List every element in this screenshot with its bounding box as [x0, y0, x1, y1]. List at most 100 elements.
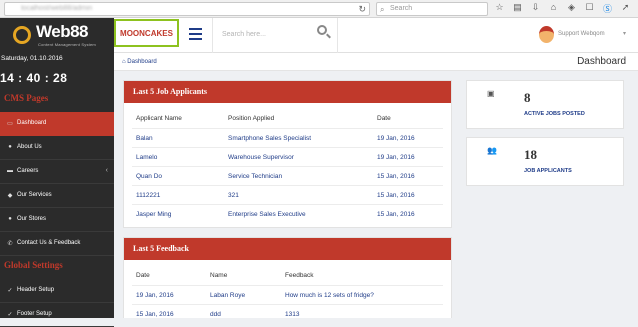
check-icon: ✓: [7, 312, 13, 318]
search-input[interactable]: Search here...: [212, 18, 338, 53]
sidebar-item-footer-setup[interactable]: ✓ Footer Setup: [0, 303, 114, 327]
logo-text: Web88: [36, 22, 89, 41]
breadcrumb[interactable]: ⌂ Dashboard: [122, 59, 157, 65]
star-icon[interactable]: ☆: [494, 2, 505, 15]
position-applied[interactable]: Smartphone Sales Specialist: [228, 135, 311, 142]
store-button[interactable]: MOONCAKES: [114, 19, 179, 47]
applicant-name[interactable]: 1112221: [136, 192, 160, 199]
table-row[interactable]: Lamelo Warehouse Supervisor 19 Jan, 2016: [132, 147, 443, 166]
table-row[interactable]: Quan Do Service Technician 15 Jan, 2016: [132, 166, 443, 185]
applied-date: 15 Jan, 2016: [377, 173, 415, 180]
applicant-name[interactable]: Lamelo: [136, 154, 157, 161]
logo-ring-icon: [13, 26, 31, 44]
applied-date: 15 Jan, 2016: [377, 192, 415, 199]
applicant-name[interactable]: Quan Do: [136, 173, 162, 180]
sidebar-item-label: Contact Us & Feedback: [17, 240, 81, 246]
column-header: Name: [210, 272, 228, 279]
position-applied[interactable]: 321: [228, 192, 239, 199]
phone-icon: ✆: [7, 241, 13, 247]
reload-icon[interactable]: ↻: [358, 4, 366, 15]
chevron-left-icon: ‹: [105, 167, 108, 174]
arrow-icon[interactable]: ➚: [620, 2, 631, 15]
user-icon: ●: [8, 144, 12, 150]
address-bar[interactable]: localhost/web88/admin ↻: [4, 2, 370, 16]
briefcase-icon: ▣: [487, 89, 495, 98]
app-header: Web88 Content Management System MOONCAKE…: [0, 18, 638, 53]
table-header-row: Applicant Name Position Applied Date: [132, 109, 443, 128]
applied-date: 19 Jan, 2016: [377, 154, 415, 161]
cms-pages-heading: CMS Pages: [4, 93, 49, 103]
applicant-name[interactable]: Jasper Ming: [136, 211, 171, 218]
search-icon[interactable]: [317, 25, 327, 35]
applied-date: 15 Jan, 2016: [377, 211, 415, 218]
search-placeholder: Search here...: [222, 31, 266, 38]
global-settings-heading: Global Settings: [4, 260, 63, 270]
sidebar-item-dashboard[interactable]: ▭ Dashboard: [0, 112, 114, 136]
sidebar-item-our-stores[interactable]: ● Our Stores: [0, 208, 114, 232]
search-icon: ⌕: [380, 5, 385, 14]
shield-icon[interactable]: ◈: [566, 2, 577, 15]
skype-icon[interactable]: Ⓢ: [602, 2, 613, 15]
feedback-panel-title: Last 5 Feedback: [133, 244, 189, 253]
browser-search[interactable]: ⌕ Search: [376, 2, 488, 16]
stat-label: ACTIVE JOBS POSTED: [524, 111, 585, 117]
hamburger-icon[interactable]: [189, 28, 202, 40]
applicants-panel-header: Last 5 Job Applicants: [124, 81, 451, 103]
users-icon: 👥: [487, 146, 497, 155]
table-row[interactable]: 15 Jan, 2016 ddd 1313: [132, 304, 443, 323]
applicants-table: Applicant Name Position Applied Date Bal…: [132, 109, 443, 223]
column-header: Applicant Name: [136, 115, 182, 122]
monitor-icon: ▭: [7, 121, 13, 127]
chat-icon[interactable]: ☐: [584, 2, 595, 15]
current-date: Saturday, 01.10.2016: [1, 55, 63, 62]
sidebar-item-label: Footer Setup: [17, 311, 52, 317]
feedback-date: 15 Jan, 2016: [136, 311, 174, 318]
column-header: Date: [136, 272, 150, 279]
address-url: localhost/web88/admin: [21, 5, 93, 12]
sidebar-item-our-services[interactable]: ◆ Our Services: [0, 184, 114, 208]
pin-icon: ●: [8, 216, 12, 222]
feedback-text[interactable]: How much is 12 sets of fridge?: [285, 292, 374, 299]
sidebar-item-label: Dashboard: [17, 120, 47, 126]
sidebar-item-header-setup[interactable]: ✓ Header Setup: [0, 279, 114, 303]
sidebar: Saturday, 01.10.2016 14 : 40 : 28 CMS Pa…: [0, 53, 114, 327]
clock: 14 : 40 : 28: [0, 71, 68, 85]
feedback-text[interactable]: 1313: [285, 311, 299, 318]
home-icon[interactable]: ⌂: [548, 2, 559, 15]
feedback-panel: Last 5 Feedback Date Name Feedback 19 Ja…: [123, 237, 452, 318]
sidebar-item-label: Header Setup: [17, 287, 55, 293]
check-icon: ✓: [7, 288, 13, 294]
breadcrumb-label: Dashboard: [127, 59, 157, 65]
stat-value: 8: [524, 90, 531, 105]
table-row[interactable]: 19 Jan, 2016 Laban Roye How much is 12 s…: [132, 285, 443, 304]
position-applied[interactable]: Enterprise Sales Executive: [228, 211, 306, 218]
table-row[interactable]: Balan Smartphone Sales Specialist 19 Jan…: [132, 128, 443, 147]
sidebar-item-contact-feedback[interactable]: ✆ Contact Us & Feedback: [0, 232, 114, 256]
feedback-name[interactable]: Laban Roye: [210, 292, 245, 299]
position-applied[interactable]: Service Technician: [228, 173, 282, 180]
column-header: Position Applied: [228, 115, 275, 122]
position-applied[interactable]: Warehouse Supervisor: [228, 154, 294, 161]
column-header: Date: [377, 115, 391, 122]
sidebar-item-careers[interactable]: ▬ Careers ‹: [0, 160, 114, 184]
sidebar-item-about-us[interactable]: ● About Us: [0, 136, 114, 160]
feedback-panel-header: Last 5 Feedback: [124, 238, 451, 260]
applicant-name[interactable]: Balan: [136, 135, 153, 142]
logo[interactable]: Web88 Content Management System: [0, 18, 114, 53]
table-row[interactable]: Jasper Ming Enterprise Sales Executive 1…: [132, 204, 443, 223]
applicants-panel: Last 5 Job Applicants Applicant Name Pos…: [123, 80, 452, 228]
stat-active-jobs[interactable]: ▣ 8 ACTIVE JOBS POSTED: [466, 80, 624, 129]
clipboard-icon[interactable]: ▤: [512, 2, 523, 15]
download-icon[interactable]: ⇩: [530, 2, 541, 15]
sidebar-item-label: Careers: [17, 168, 39, 174]
feedback-date: 19 Jan, 2016: [136, 292, 174, 299]
feedback-table: Date Name Feedback 19 Jan, 2016 Laban Ro…: [132, 266, 443, 323]
browser-toolbar: localhost/web88/admin ↻ ⌕ Search ☆ ▤ ⇩ ⌂…: [0, 0, 638, 18]
table-row[interactable]: 1112221 321 15 Jan, 2016: [132, 185, 443, 204]
stat-job-applicants[interactable]: 👥 18 JOB APPLICANTS: [466, 137, 624, 186]
applicants-panel-title: Last 5 Job Applicants: [133, 87, 208, 96]
browser-icons: ☆ ▤ ⇩ ⌂ ◈ ☐ Ⓢ ➚ ≡: [494, 2, 638, 15]
feedback-name[interactable]: ddd: [210, 311, 221, 318]
logo-subtitle: Content Management System: [38, 42, 96, 47]
applied-date: 19 Jan, 2016: [377, 135, 415, 142]
